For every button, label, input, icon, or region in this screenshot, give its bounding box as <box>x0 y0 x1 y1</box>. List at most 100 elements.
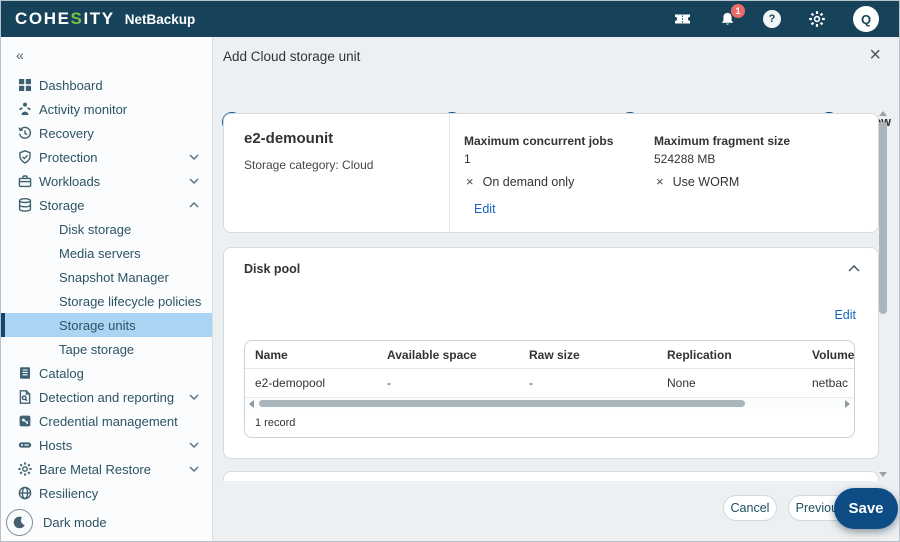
sidebar-item-bare-metal-restore[interactable]: Bare Metal Restore <box>1 457 212 481</box>
sidebar-item-media-servers[interactable]: Media servers <box>1 241 212 265</box>
scroll-left-arrow-icon[interactable] <box>249 400 254 408</box>
top-bar: COHESITY NetBackup 1 ? Q <box>1 1 899 37</box>
field-value: 524288 MB <box>654 152 790 166</box>
topbar-actions: 1 ? Q <box>673 6 885 32</box>
sidebar-item-recovery[interactable]: Recovery <box>1 121 212 145</box>
sidebar-item-label: Resiliency <box>39 486 98 501</box>
chevron-down-icon <box>189 466 199 472</box>
horizontal-scrollbar-thumb[interactable] <box>259 400 745 407</box>
flag-label: On demand only <box>483 175 575 189</box>
cell-name: e2-demopool <box>255 376 325 390</box>
collapse-chevron-up-icon[interactable] <box>848 265 860 272</box>
flag-label: Use WORM <box>673 175 740 189</box>
notification-badge: 1 <box>731 4 745 18</box>
brand-accent-letter: S <box>71 9 84 28</box>
report-document-icon <box>17 389 39 405</box>
table-header-row: Name Available space Raw size Replicatio… <box>245 341 854 369</box>
sidebar-item-catalog[interactable]: Catalog <box>1 361 212 385</box>
column-header-available-space[interactable]: Available space <box>387 348 477 362</box>
sidebar-item-detection-and-reporting[interactable]: Detection and reporting <box>1 385 212 409</box>
help-icon[interactable]: ? <box>763 10 781 28</box>
sidebar-item-hosts[interactable]: Hosts <box>1 433 212 457</box>
cell-available-space: - <box>387 376 391 390</box>
sidebar-item-tape-storage[interactable]: Tape storage <box>1 337 212 361</box>
hosts-server-icon <box>17 437 39 453</box>
chevron-down-icon <box>189 154 199 160</box>
user-avatar[interactable]: Q <box>853 6 879 32</box>
chevron-down-icon <box>189 394 199 400</box>
field-value: 1 <box>464 152 613 166</box>
max-fragment-size-field: Maximum fragment size 524288 MB <box>654 134 790 166</box>
cell-replication: None <box>667 376 696 390</box>
x-mark-icon: × <box>466 174 474 189</box>
sidebar-item-label: Tape storage <box>59 342 134 357</box>
dashboard-icon <box>17 77 39 93</box>
save-button[interactable]: Save <box>834 488 898 529</box>
sidebar-item-storage-lifecycle-policies[interactable]: Storage lifecycle policies <box>1 289 212 313</box>
scroll-down-arrow-icon[interactable] <box>879 472 887 477</box>
license-ticket-icon[interactable] <box>673 11 692 27</box>
sidebar-item-activity-monitor[interactable]: Activity monitor <box>1 97 212 121</box>
column-header-replication[interactable]: Replication <box>667 348 732 362</box>
sidebar-item-label: Recovery <box>39 126 94 141</box>
max-concurrent-jobs-field: Maximum concurrent jobs 1 <box>464 134 613 166</box>
recovery-clock-icon <box>17 125 39 141</box>
vertical-scrollbar-thumb[interactable] <box>879 122 887 314</box>
notifications-bell-icon[interactable]: 1 <box>719 11 736 28</box>
settings-gear-icon[interactable] <box>808 10 826 28</box>
storage-unit-name: e2-demounit <box>244 130 449 147</box>
sidebar-item-workloads[interactable]: Workloads <box>1 169 212 193</box>
sidebar-item-label: Activity monitor <box>39 102 127 117</box>
sidebar-item-snapshot-manager[interactable]: Snapshot Manager <box>1 265 212 289</box>
record-count: 1 record <box>245 409 854 437</box>
credential-key-icon <box>17 413 39 429</box>
sidebar-item-disk-storage[interactable]: Disk storage <box>1 217 212 241</box>
column-header-raw-size[interactable]: Raw size <box>529 348 580 362</box>
column-header-volume[interactable]: Volume <box>812 348 854 362</box>
edit-basic-properties-link[interactable]: Edit <box>474 202 496 216</box>
sidebar-collapse-button[interactable]: « <box>1 37 212 73</box>
use-worm-flag: × Use WORM <box>656 174 739 189</box>
page-title: Add Cloud storage unit <box>223 49 360 64</box>
chevron-down-icon <box>189 442 199 448</box>
vertical-scrollbar[interactable] <box>879 109 887 479</box>
cell-volume: netbac <box>812 376 848 390</box>
bare-metal-restore-gear-icon <box>17 461 39 477</box>
cancel-button[interactable]: Cancel <box>723 495 777 521</box>
brand-prefix: COHE <box>15 9 71 28</box>
sidebar-item-label: Snapshot Manager <box>59 270 169 285</box>
x-mark-icon: × <box>656 174 664 189</box>
table-row[interactable]: e2-demopool - - None netbac <box>245 369 854 397</box>
scroll-up-arrow-icon[interactable] <box>879 111 887 116</box>
disk-pool-card: Disk pool Edit Name Available space Raw … <box>223 247 879 459</box>
wizard-footer: Cancel Previous Save <box>213 481 899 541</box>
scroll-right-arrow-icon[interactable] <box>845 400 850 408</box>
column-header-name[interactable]: Name <box>255 348 288 362</box>
sidebar-item-label: Dashboard <box>39 78 103 93</box>
sidebar-item-storage[interactable]: Storage <box>1 193 212 217</box>
sidebar-item-dashboard[interactable]: Dashboard <box>1 73 212 97</box>
sidebar-item-protection[interactable]: Protection <box>1 145 212 169</box>
edit-disk-pool-link[interactable]: Edit <box>834 308 856 322</box>
catalog-book-icon <box>17 365 39 381</box>
sidebar-item-storage-units[interactable]: Storage units <box>1 313 212 337</box>
close-icon[interactable]: × <box>869 45 881 65</box>
horizontal-scrollbar[interactable] <box>245 397 854 409</box>
sidebar-item-credential-management[interactable]: Credential management <box>1 409 212 433</box>
sidebar-item-label: Detection and reporting <box>39 390 174 405</box>
resiliency-globe-icon <box>17 485 39 501</box>
protection-shield-icon <box>17 149 39 165</box>
brand-suffix: ITY <box>83 9 114 28</box>
chevron-down-icon <box>189 178 199 184</box>
sidebar-nav: « Dashboard Activity monitor Recovery Pr… <box>1 37 213 541</box>
dark-mode-toggle[interactable]: Dark mode <box>1 509 212 536</box>
sidebar-item-label: Catalog <box>39 366 84 381</box>
sidebar-item-label: Storage lifecycle policies <box>59 294 201 309</box>
cell-raw-size: - <box>529 376 533 390</box>
sidebar-item-resiliency[interactable]: Resiliency <box>1 481 212 505</box>
chevron-up-icon <box>189 202 199 208</box>
sidebar-item-label: Protection <box>39 150 98 165</box>
moon-icon <box>6 509 33 536</box>
field-label: Maximum concurrent jobs <box>464 134 613 148</box>
sidebar-item-label: Storage <box>39 198 85 213</box>
